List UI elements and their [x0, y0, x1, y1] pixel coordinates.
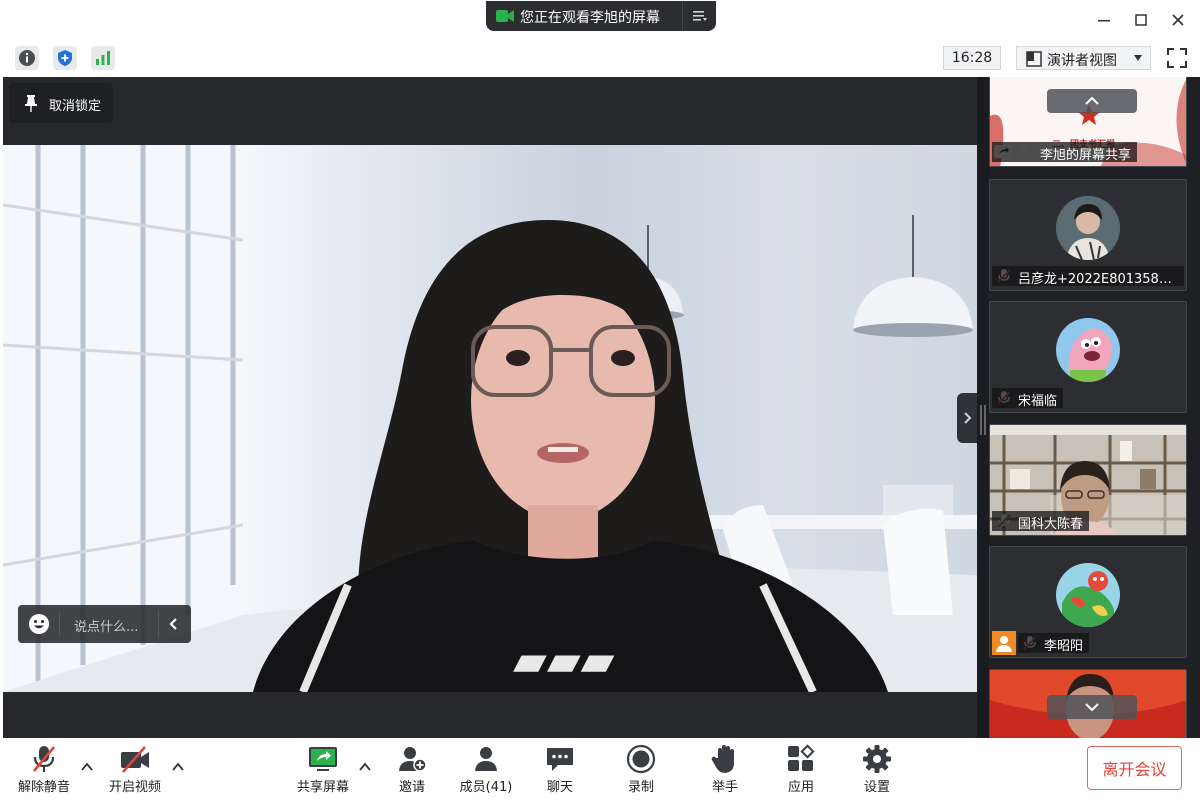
- members-button[interactable]: 成员(41): [452, 738, 520, 800]
- chevron-down-icon: [1085, 703, 1099, 712]
- camera-icon: [496, 10, 514, 22]
- fullscreen-icon: [1167, 48, 1187, 68]
- members-label: 成员(41): [459, 780, 513, 795]
- mic-muted-icon: [33, 746, 55, 772]
- share-options-chevron-up-icon[interactable]: [358, 760, 372, 774]
- quick-chat-input[interactable]: 说点什么...: [18, 605, 191, 643]
- chat-button[interactable]: 聊天: [533, 738, 587, 800]
- user-icon: [992, 631, 1016, 655]
- record-label: 录制: [627, 780, 654, 795]
- chat-divider: [158, 611, 159, 637]
- close-icon: [1172, 14, 1184, 26]
- view-mode-label: 演讲者视图: [1047, 53, 1117, 69]
- start-video-button[interactable]: 开启视频: [100, 738, 170, 800]
- share-banner-text: 您正在观看李旭的屏幕: [520, 10, 660, 26]
- meeting-clock: 16:28: [943, 46, 1001, 70]
- collapse-sidepanel-button[interactable]: [957, 393, 977, 443]
- unmute-label: 解除静音: [17, 780, 70, 795]
- network-status-button[interactable]: [91, 46, 115, 70]
- participant-tile[interactable]: 国科大陈春: [989, 424, 1187, 536]
- share-menu-button[interactable]: [682, 1, 716, 31]
- avatar: [1056, 563, 1120, 627]
- title-bar: 您正在观看李旭的屏幕: [0, 0, 1200, 40]
- main-video-stage: ▰▰▰ 取消锁定 说点什么...: [3, 77, 977, 738]
- add-user-icon: [399, 747, 427, 772]
- meeting-controls-bar: 解除静音 开启视频 共享屏幕 邀请 成员(41) 聊天 录制 举手 应用 设置 …: [0, 738, 1200, 800]
- meeting-info-button[interactable]: [15, 46, 39, 70]
- chevron-down-icon: [1134, 55, 1142, 61]
- record-icon: [626, 744, 656, 774]
- raise-hand-label: 举手: [711, 780, 738, 795]
- list-menu-icon: [692, 11, 707, 21]
- participant-name: 李昭阳: [1018, 633, 1090, 653]
- close-button[interactable]: [1166, 8, 1190, 32]
- record-button[interactable]: 录制: [614, 738, 668, 800]
- screen-share-banner[interactable]: 您正在观看李旭的屏幕: [486, 1, 716, 31]
- participant-name: 国科大陈春: [992, 511, 1090, 531]
- gallery-scroll-down-button[interactable]: [1047, 695, 1137, 719]
- participant-tile[interactable]: 宋福临: [989, 301, 1187, 413]
- maximize-icon: [1135, 14, 1147, 26]
- meeting-window: 您正在观看李旭的屏幕 16:28 演讲者视图 ▰▰▰ 取消锁定 说点什么... …: [0, 0, 1200, 800]
- audio-options-chevron-up-icon[interactable]: [80, 760, 94, 774]
- chevron-right-icon: [964, 412, 972, 424]
- view-mode-select[interactable]: 演讲者视图: [1016, 46, 1151, 70]
- raise-hand-button[interactable]: 举手: [698, 738, 752, 800]
- chat-bubble-icon: [547, 748, 573, 771]
- apps-grid-icon: [788, 744, 815, 771]
- emoji-icon[interactable]: [28, 613, 50, 635]
- share-screen-icon: [309, 747, 337, 771]
- invite-label: 邀请: [398, 780, 425, 795]
- settings-button[interactable]: 设置: [850, 738, 904, 800]
- camera-off-icon: [121, 746, 149, 773]
- share-screen-label: 共享屏幕: [296, 780, 349, 795]
- fullscreen-button[interactable]: [1164, 45, 1190, 71]
- signal-bars-icon: [96, 51, 110, 65]
- maximize-button[interactable]: [1129, 8, 1153, 32]
- participant-gallery: 二、团支书汇报 李旭的屏幕共享: [977, 77, 1200, 738]
- chevron-left-icon[interactable]: [168, 617, 180, 631]
- members-icon: [475, 747, 497, 771]
- gear-icon: [863, 745, 891, 773]
- invite-button[interactable]: 邀请: [385, 738, 439, 800]
- unlock-pin-button[interactable]: 取消锁定: [9, 83, 113, 123]
- unmute-button[interactable]: 解除静音: [10, 738, 78, 800]
- participant-name: 宋福临: [992, 388, 1064, 408]
- minimize-icon: [1098, 20, 1110, 22]
- video-options-chevron-up-icon[interactable]: [171, 760, 185, 774]
- gallery-scroll-up-button[interactable]: [1047, 89, 1137, 113]
- speaker-view-icon: [1026, 51, 1042, 67]
- hand-icon: [711, 745, 734, 773]
- participant-tile[interactable]: 吕彦龙+2022E80135860...: [989, 179, 1187, 291]
- chat-label: 聊天: [546, 780, 573, 795]
- leave-meeting-button[interactable]: 离开会议: [1087, 746, 1182, 790]
- svg-text:▰▰▰: ▰▰▰: [513, 635, 615, 686]
- quick-chat-placeholder: 说点什么...: [74, 620, 139, 635]
- meeting-info-bar: 16:28 演讲者视图: [0, 40, 1200, 77]
- minimize-button[interactable]: [1092, 8, 1116, 32]
- start-video-label: 开启视频: [108, 780, 161, 795]
- settings-label: 设置: [863, 780, 890, 795]
- chevron-up-icon: [1085, 96, 1099, 105]
- gallery-divider[interactable]: [977, 77, 989, 738]
- share-screen-button[interactable]: 共享屏幕: [290, 738, 356, 800]
- avatar: [1056, 196, 1120, 260]
- apps-label: 应用: [787, 780, 814, 795]
- unlock-pin-label: 取消锁定: [49, 99, 102, 114]
- participant-name: 李旭的屏幕共享: [992, 142, 1138, 162]
- security-button[interactable]: [53, 46, 77, 70]
- participant-name: 吕彦龙+2022E80135860...: [992, 266, 1184, 286]
- chat-divider: [59, 611, 60, 637]
- shield-icon: [58, 50, 72, 66]
- pin-icon: [25, 95, 37, 112]
- info-icon: [19, 50, 35, 66]
- apps-button[interactable]: 应用: [774, 738, 828, 800]
- participant-tile[interactable]: 李昭阳: [989, 546, 1187, 658]
- avatar: [1056, 318, 1120, 382]
